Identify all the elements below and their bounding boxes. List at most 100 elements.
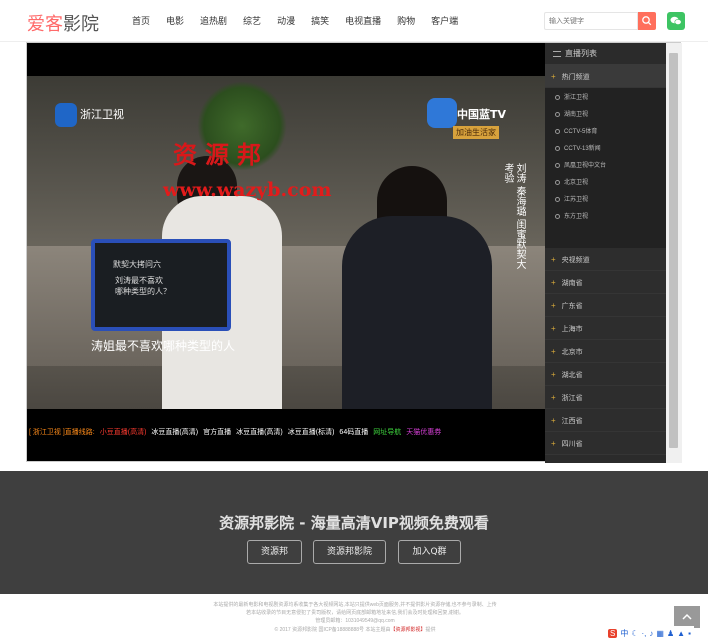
nav-shopping[interactable]: 购物 — [389, 0, 423, 42]
nav-movies[interactable]: 电影 — [158, 0, 192, 42]
nav-dramas[interactable]: 追热剧 — [192, 0, 235, 42]
channel-item-label: CCTV-13新闻 — [564, 146, 601, 152]
plus-icon: + — [551, 393, 556, 402]
board-line2: 刘涛最不喜欢 哪种类型的人？ — [115, 276, 171, 296]
watermark-url: www.wazyb.com — [163, 179, 332, 201]
nav-client[interactable]: 客户端 — [423, 0, 466, 42]
group-jiangxi[interactable]: + 江西省 — [545, 409, 682, 432]
group-hunan[interactable]: + 湖南省 — [545, 271, 682, 294]
ime-punct-icon: ·, — [641, 628, 647, 638]
channel-item-label: 浙江卫视 — [564, 95, 589, 101]
back-to-top-button[interactable] — [674, 606, 700, 628]
nav-site-link[interactable]: 网址导航 — [373, 427, 401, 437]
channel-sidebar: 直播列表 + 热门频道 浙江卫视 湖南卫视 CCTV-5体育 CCTV-13新闻 … — [545, 43, 682, 463]
ime-keyboard-icon: ▦ — [656, 628, 664, 638]
play-icon — [555, 162, 560, 168]
channel-item[interactable]: 江苏卫视 — [545, 192, 682, 209]
group-shanghai[interactable]: + 上海市 — [545, 317, 682, 340]
ime-menu-icon: ▪ — [688, 628, 691, 638]
group-hubei[interactable]: + 湖北省 — [545, 363, 682, 386]
video-subtitle: 涛姐最不喜欢哪种类型的人 — [91, 339, 236, 353]
plus-icon: + — [551, 324, 556, 333]
sidebar-header: 直播列表 — [545, 43, 682, 65]
play-icon — [555, 111, 560, 117]
nav-variety[interactable]: 综艺 — [235, 0, 269, 42]
logo-text-part1: 爱客 — [27, 14, 63, 35]
nav-home[interactable]: 首页 — [124, 0, 158, 42]
group-guangdong[interactable]: + 广东省 — [545, 294, 682, 317]
nav-tv-live[interactable]: 电视直播 — [337, 0, 389, 42]
nav-anime[interactable]: 动漫 — [269, 0, 303, 42]
channel-item[interactable]: 浙江卫视 — [545, 90, 682, 107]
group-beijing[interactable]: + 北京市 — [545, 340, 682, 363]
site-logo[interactable]: 爱客影院 — [27, 10, 99, 36]
group-label: 湖北省 — [561, 372, 583, 379]
stream-lines: [ 浙江卫视 ]直播线路: 小豆直播(高清) 冰豆直播(高清) 官方直播 冰豆直… — [27, 423, 545, 441]
channel-item-label: 北京卫视 — [564, 180, 589, 186]
play-icon — [555, 145, 560, 151]
line-option-2[interactable]: 冰豆直播(高清) — [151, 427, 198, 437]
scene-person-right — [342, 216, 492, 409]
wechat-button[interactable] — [667, 12, 685, 30]
line-option-1[interactable]: 小豆直播(高清) — [100, 427, 147, 437]
ime-tool-icon: ▲ — [677, 628, 686, 638]
line-option-6[interactable]: 64码直播 — [339, 427, 368, 437]
search-input[interactable] — [544, 12, 638, 30]
group-label: 央视频道 — [561, 257, 590, 264]
footer-copyright: © 2017 资源邦影院 国ICP备18888888号 本站主题由【资源邦影视】… — [160, 626, 550, 634]
group-label: 上海市 — [561, 326, 583, 333]
nav-funny[interactable]: 搞笑 — [303, 0, 337, 42]
channel-item-label: 东方卫视 — [564, 214, 589, 220]
ime-toolbar[interactable]: S 中 ☾ ·, ♪ ▦ ♟ ▲ ▪ — [608, 626, 694, 640]
channel-item-label: CCTV-5体育 — [564, 129, 598, 135]
ime-moon-icon: ☾ — [631, 628, 639, 638]
hot-channel-list: 浙江卫视 湖南卫视 CCTV-5体育 CCTV-13新闻 凤凰卫视中文台 北京卫… — [545, 88, 682, 248]
channel-item-label: 湖南卫视 — [564, 112, 589, 118]
channel-item[interactable]: 东方卫视 — [545, 209, 682, 226]
sogou-icon: S — [608, 628, 618, 638]
coupon-link[interactable]: 天猫优惠券 — [406, 427, 441, 437]
channel-logo-right: 中国蓝TV 加油生活家 — [427, 98, 527, 148]
group-label: 浙江省 — [561, 395, 583, 402]
site-header: 爱客影院 首页 电影 追热剧 综艺 动漫 搞笑 电视直播 购物 客户端 — [0, 0, 708, 42]
line-option-5[interactable]: 冰豆直播(标清) — [288, 427, 335, 437]
sidebar-scrollbar[interactable] — [666, 43, 682, 463]
channel-item[interactable]: CCTV-13新闻 — [545, 141, 682, 158]
group-cctv[interactable]: + 央视频道 — [545, 248, 682, 271]
search-button[interactable] — [638, 12, 656, 30]
lines-current-label: [ 浙江卫视 ]直播线路: — [29, 429, 95, 436]
logo-text-part2: 影院 — [63, 14, 99, 35]
plus-icon: + — [551, 72, 556, 81]
ime-skin-icon: ♟ — [666, 628, 675, 638]
channel-item[interactable]: 凤凰卫视中文台 — [545, 158, 682, 175]
wechat-icon — [670, 16, 682, 25]
vertical-caption: 刘涛 秦海璐 闺蜜默契大考验 — [502, 163, 525, 270]
channel-item[interactable]: CCTV-5体育 — [545, 124, 682, 141]
channel-item[interactable]: 北京卫视 — [545, 175, 682, 192]
banner-button-qq-group[interactable]: 加入Q群 — [398, 540, 461, 564]
theme-link[interactable]: 【资源邦影视】 — [390, 627, 425, 633]
search-icon — [642, 16, 652, 26]
line-option-4[interactable]: 冰豆直播(高清) — [236, 427, 283, 437]
live-player: 浙江卫视 中国蓝TV 加油生活家 资源邦 www.wazyb.com 刘涛 秦海… — [26, 42, 682, 463]
plus-icon: + — [551, 416, 556, 425]
line-option-3[interactable]: 官方直播 — [203, 427, 231, 437]
group-hot[interactable]: + 热门频道 — [545, 65, 682, 88]
group-hot-label: 热门频道 — [561, 74, 590, 81]
channel-item[interactable]: 湖南卫视 — [545, 107, 682, 124]
copyright-text: © 2017 资源邦影院 国ICP备18888888号 本站主题由 — [274, 627, 391, 633]
play-icon — [555, 196, 560, 202]
banner-button-cinema[interactable]: 资源邦影院 — [313, 540, 386, 564]
group-sichuan[interactable]: + 四川省 — [545, 432, 682, 455]
channel-logo-right-text: 中国蓝TV — [457, 108, 507, 121]
question-board: 默契大拷问六 刘涛最不喜欢 哪种类型的人？ — [91, 239, 231, 331]
group-label: 湖南省 — [561, 280, 583, 287]
banner-button-zyb[interactable]: 资源邦 — [247, 540, 302, 564]
plus-icon: + — [551, 439, 556, 448]
video-frame[interactable]: 浙江卫视 中国蓝TV 加油生活家 资源邦 www.wazyb.com 刘涛 秦海… — [27, 43, 545, 421]
sidebar-title: 直播列表 — [565, 49, 597, 58]
group-label: 广东省 — [561, 303, 583, 310]
group-zhejiang[interactable]: + 浙江省 — [545, 386, 682, 409]
ime-mode-icon: 中 — [620, 628, 629, 638]
scrollbar-thumb[interactable] — [669, 53, 678, 448]
